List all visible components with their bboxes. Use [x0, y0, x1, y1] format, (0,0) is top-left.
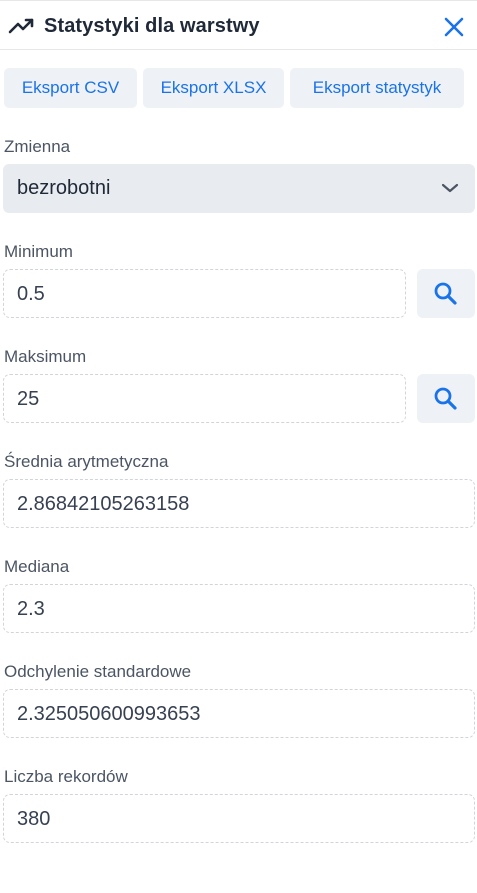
record-count-label: Liczba rekordów	[4, 767, 128, 786]
mean-field[interactable]: 2.86842105263158	[3, 479, 475, 528]
search-icon	[434, 387, 457, 410]
panel-header: Statystyki dla warstwy	[0, 0, 477, 50]
median-value: 2.3	[17, 598, 45, 620]
mean-value: 2.86842105263158	[17, 493, 190, 515]
record-count-field[interactable]: 380	[3, 794, 475, 843]
minimum-search-button[interactable]	[417, 269, 475, 318]
mean-label: Średnia arytmetyczna	[4, 452, 169, 471]
search-icon	[434, 282, 457, 305]
maximum-label: Maksimum	[4, 347, 87, 366]
variable-select[interactable]: bezrobotni	[3, 164, 475, 213]
median-label: Mediana	[4, 557, 70, 576]
minimum-field[interactable]: 0.5	[3, 269, 406, 318]
std-dev-field[interactable]: 2.325050600993653	[3, 689, 475, 738]
minimum-value: 0.5	[17, 283, 45, 305]
variable-label: Zmienna	[4, 137, 71, 156]
export-stats-button[interactable]: Eksport statystyk	[290, 68, 464, 108]
variable-selected-value: bezrobotni	[17, 177, 111, 199]
std-dev-value: 2.325050600993653	[17, 703, 201, 725]
record-count-value: 380	[17, 808, 51, 830]
minimum-label: Minimum	[4, 242, 73, 261]
maximum-value: 25	[17, 388, 40, 410]
export-xlsx-button[interactable]: Eksport XLSX	[143, 68, 284, 108]
maximum-field[interactable]: 25	[3, 374, 406, 423]
std-dev-label: Odchylenie standardowe	[4, 662, 192, 681]
trending-up-icon	[8, 18, 34, 34]
close-icon[interactable]	[442, 15, 466, 39]
export-csv-button[interactable]: Eksport CSV	[4, 68, 137, 108]
chevron-down-icon	[441, 183, 459, 193]
maximum-search-button[interactable]	[417, 374, 475, 423]
median-field[interactable]: 2.3	[3, 584, 475, 633]
panel-title: Statystyki dla warstwy	[44, 15, 260, 37]
